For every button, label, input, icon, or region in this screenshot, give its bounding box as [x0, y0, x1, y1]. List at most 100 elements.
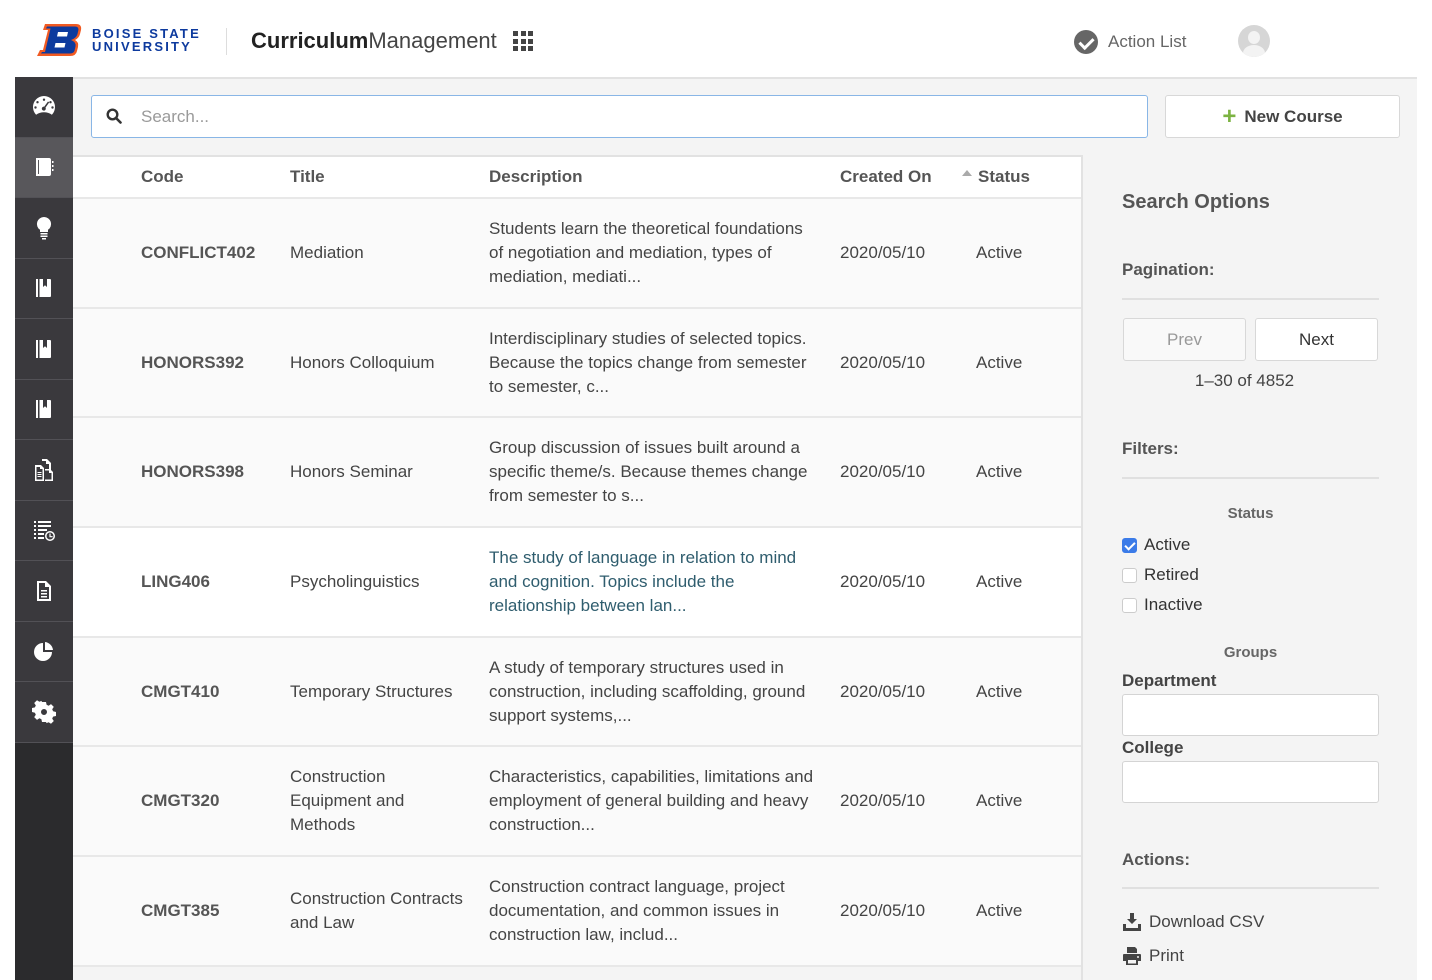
table-row[interactable]: CONFLICT402 Mediation Students learn the t… [73, 199, 1081, 309]
course-status: Active [976, 571, 1023, 591]
course-description: Students learn the theoretical foundatio… [489, 218, 803, 286]
courses-table: Code Title Description Created On Status… [73, 155, 1083, 980]
plus-icon: + [1222, 102, 1237, 130]
table-row[interactable]: CMGT320 Construction Equipment and Method… [73, 747, 1081, 858]
sidebar-item-reports[interactable] [15, 561, 73, 622]
column-header-title[interactable]: Title [290, 167, 325, 187]
sidebar-item-settings[interactable] [15, 682, 73, 743]
logo-b-icon [37, 24, 82, 56]
app-header: BOISE STATE UNIVERSITY CurriculumManagem… [0, 0, 1432, 77]
column-header-description[interactable]: Description [489, 167, 583, 187]
sidebar-item-programs-2[interactable] [15, 319, 73, 380]
file-text-icon [37, 580, 51, 601]
sidebar-item-ideas[interactable] [15, 198, 73, 259]
course-created-on: 2020/05/10 [840, 571, 926, 591]
course-description: A study of temporary structures used in … [489, 657, 806, 725]
table-row[interactable]: CMGT410 Temporary Structures A study of te… [73, 637, 1081, 748]
boise-state-logo[interactable]: BOISE STATE UNIVERSITY [36, 22, 201, 58]
sort-ascending-icon[interactable] [962, 170, 972, 176]
course-code: LING406 [141, 571, 210, 591]
divider [1122, 298, 1379, 300]
print-action[interactable]: Print [1122, 946, 1184, 966]
sidebar-item-analytics[interactable] [15, 621, 73, 682]
checkbox-label: Active [1144, 535, 1191, 554]
app-title-bold: Curriculum [251, 28, 369, 53]
app-title-light: Management [368, 28, 497, 53]
column-header-code[interactable]: Code [141, 167, 184, 187]
lightbulb-icon [36, 216, 52, 240]
checkbox-label: Retired [1144, 565, 1199, 584]
course-status: Active [976, 791, 1023, 811]
course-description: Construction contract language, project … [489, 876, 785, 944]
course-title: Construction Equipment and Methods [290, 767, 405, 835]
header-divider [226, 28, 227, 55]
course-code: CONFLICT402 [141, 242, 256, 262]
course-code: HONORS398 [141, 462, 244, 482]
course-created-on: 2020/05/10 [840, 242, 926, 262]
search-options-title: Search Options [1122, 191, 1270, 213]
course-description: Group discussion of issues built around … [489, 438, 808, 506]
sidebar-nav [15, 77, 73, 980]
table-row[interactable]: HONORS392 Honors Colloquium Interdisciplin… [73, 308, 1081, 419]
course-created-on: 2020/05/10 [840, 462, 926, 482]
pagination-label: Pagination: [1122, 260, 1215, 279]
filters-label: Filters: [1122, 439, 1179, 458]
groups-heading: Groups [1223, 644, 1278, 661]
course-description: Characteristics, capabilities, limitatio… [489, 767, 814, 835]
divider [1122, 477, 1379, 479]
table-row[interactable]: CMGT385 Construction Contracts and Law Con… [73, 857, 1081, 967]
search-bar[interactable] [91, 95, 1148, 138]
list-clock-icon [34, 521, 55, 542]
table-row[interactable]: LING406 Psycholinguistics The study of lan… [73, 528, 1081, 638]
table-body: CONFLICT402 Mediation Students learn the t… [73, 199, 1081, 967]
sidebar-item-programs-3[interactable] [15, 379, 73, 440]
checkbox[interactable] [1122, 597, 1137, 613]
dashboard-gauge-icon [33, 95, 56, 115]
action-list-label: Action List [1108, 32, 1187, 51]
sidebar-item-programs-1[interactable] [15, 258, 73, 319]
search-input[interactable] [141, 96, 1141, 137]
search-icon [106, 108, 122, 124]
check-circle-icon [1074, 30, 1098, 54]
download-icon [1123, 913, 1141, 931]
sidebar-item-documents[interactable] [15, 440, 73, 501]
course-created-on: 2020/05/10 [840, 352, 926, 372]
sidebar-item-history[interactable] [15, 500, 73, 561]
status-filter-retired[interactable]: Retired [1122, 565, 1199, 585]
course-description: The study of language in relation to min… [489, 547, 797, 615]
next-page-button[interactable]: Next [1255, 318, 1378, 361]
course-title: Honors Seminar [290, 462, 413, 482]
pagination-range: 1–30 of 4852 [1194, 371, 1295, 390]
logo-text: BOISE STATE UNIVERSITY [92, 27, 201, 53]
course-status: Active [976, 462, 1023, 482]
column-header-created-on[interactable]: Created On [840, 167, 932, 187]
search-options-panel: Search Options Pagination: Prev Next 1–3… [1085, 157, 1417, 980]
course-code: CMGT410 [141, 681, 220, 701]
action-list-link[interactable]: Action List [1074, 30, 1186, 54]
college-field[interactable] [1122, 761, 1379, 803]
college-label: College [1122, 738, 1184, 757]
department-label: Department [1122, 671, 1217, 690]
sidebar-item-dashboard[interactable] [15, 77, 73, 138]
course-code: CMGT320 [141, 791, 220, 811]
book-bookmark-icon [36, 279, 51, 298]
user-avatar[interactable] [1238, 25, 1270, 57]
notebook-icon [36, 158, 54, 177]
course-code: HONORS392 [141, 352, 244, 372]
department-field[interactable] [1122, 694, 1379, 736]
logo-line-2: UNIVERSITY [92, 39, 193, 54]
download-csv-action[interactable]: Download CSV [1122, 912, 1264, 932]
sidebar-item-courses[interactable] [15, 137, 73, 198]
column-header-status[interactable]: Status [978, 167, 1030, 187]
course-title: Temporary Structures [290, 681, 453, 701]
status-filter-active[interactable]: Active [1122, 535, 1190, 555]
course-status: Active [976, 352, 1023, 372]
table-row[interactable]: HONORS398 Honors Seminar Group discussion … [73, 418, 1081, 529]
course-title: Honors Colloquium [290, 352, 435, 372]
checkbox[interactable] [1122, 537, 1137, 553]
prev-page-button[interactable]: Prev [1123, 318, 1246, 361]
new-course-button[interactable]: + New Course [1165, 95, 1400, 138]
apps-grid-icon[interactable] [513, 31, 533, 51]
checkbox[interactable] [1122, 567, 1137, 583]
status-filter-inactive[interactable]: Inactive [1122, 595, 1203, 615]
